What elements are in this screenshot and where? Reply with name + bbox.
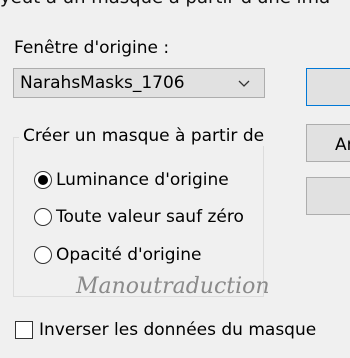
source-window-select[interactable]: NarahsMasks_1706 bbox=[13, 68, 265, 98]
watermark: Manoutraduction bbox=[76, 274, 270, 299]
source-window-value: NarahsMasks_1706 bbox=[20, 73, 185, 93]
invert-mask-label: Inverser les données du masque bbox=[39, 320, 317, 340]
radio-any-nonzero-label: Toute valeur sauf zéro bbox=[56, 207, 244, 227]
invert-mask-option[interactable]: Inverser les données du masque bbox=[15, 320, 316, 340]
radio-opacity-label: Opacité d'origine bbox=[56, 245, 202, 265]
radio-luminance-label: Luminance d'origine bbox=[56, 170, 229, 190]
source-window-label: Fenêtre d'origine : bbox=[14, 38, 170, 58]
radio-opacity[interactable]: Opacité d'origine bbox=[34, 245, 202, 265]
ok-button[interactable] bbox=[306, 68, 350, 106]
invert-mask-checkbox[interactable] bbox=[15, 321, 33, 339]
help-button[interactable] bbox=[306, 177, 350, 215]
radio-button[interactable] bbox=[34, 208, 52, 226]
cancel-button-label: Ar bbox=[335, 135, 350, 155]
chevron-down-icon bbox=[238, 80, 250, 87]
cancel-button[interactable]: Ar bbox=[306, 124, 350, 162]
dialog-title: yeut à un masque à partir d'une ima bbox=[0, 0, 330, 8]
radio-any-nonzero[interactable]: Toute valeur sauf zéro bbox=[34, 207, 244, 227]
radio-button[interactable] bbox=[34, 246, 52, 264]
mask-source-group-title: Créer un masque à partir de bbox=[19, 126, 269, 146]
radio-luminance[interactable]: Luminance d'origine bbox=[34, 170, 229, 190]
radio-button-checked[interactable] bbox=[34, 171, 52, 189]
